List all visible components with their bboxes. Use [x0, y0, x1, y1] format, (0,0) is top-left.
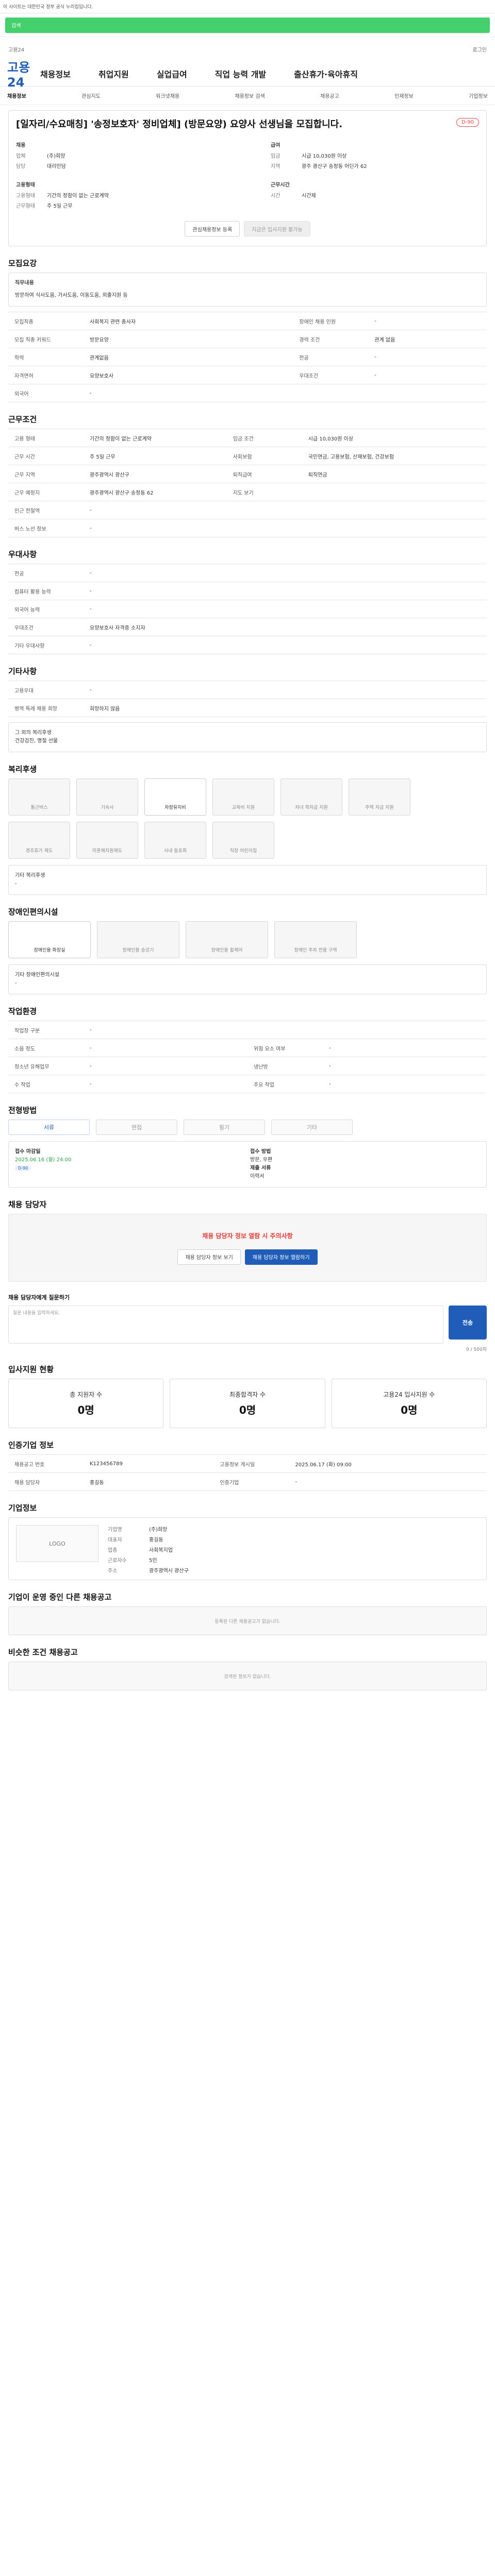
section-contact: 채용 담당자: [8, 1200, 47, 1210]
welfare-car-icon: 차량유지비: [144, 778, 206, 816]
nav-item-leave[interactable]: 출산휴가·육아휴직: [294, 67, 358, 80]
welfare-club-icon: 사내 동호회: [144, 822, 206, 859]
process-interview: 면접: [96, 1120, 177, 1136]
nav-item-unemployment[interactable]: 실업급여: [157, 67, 187, 80]
process-document: 서류: [8, 1120, 90, 1136]
section-other: 기타사항: [8, 667, 37, 676]
section-process: 전형방법: [8, 1106, 37, 1115]
employer-label: 채용: [16, 143, 26, 149]
dday-badge: D-90: [456, 118, 479, 127]
salary-label: 급여: [271, 143, 280, 149]
job-header: [일자리/수요매칭] '송정보호자' 정비업체] (방문요양) 요양사 선생님을…: [8, 110, 487, 247]
wheelchair-icon: 장애인용 휠체어: [186, 921, 268, 959]
open-contact-button[interactable]: 채용 담당자 정보 열람하기: [244, 1249, 318, 1265]
section-environment: 작업환경: [8, 1007, 37, 1016]
send-button[interactable]: 전송: [449, 1306, 487, 1340]
subnav-map[interactable]: 관심지도: [81, 92, 101, 99]
contact-warning: 채용 담당자 정보 열람 시 주의사항 채용 담당자 정보 보기 채용 담당자 정보…: [8, 1214, 487, 1282]
section-preferences: 우대사항: [8, 550, 37, 560]
question-title: 채용 담당자에게 질문하기: [8, 1294, 70, 1301]
subnav-talent[interactable]: 인재정보: [394, 92, 414, 99]
subnav-worknet[interactable]: 워크넷채용: [156, 92, 179, 99]
apply-button[interactable]: 지금은 입사지원 불가능: [244, 221, 310, 237]
welfare-dorm-icon: 기숙사: [76, 778, 138, 816]
section-conditions: 근무조건: [8, 415, 37, 425]
section-disabled: 장애인편의시설: [8, 907, 58, 917]
search-bar[interactable]: 검색: [5, 17, 490, 33]
favorite-button[interactable]: 관심채용정보 등록: [185, 221, 240, 237]
welfare-house-icon: 주택 자금 지원: [349, 778, 410, 816]
login-link[interactable]: 로그인: [472, 45, 487, 53]
parking-icon: 장애인 주차 전용 구역: [274, 921, 357, 959]
section-other-jobs: 비슷한 조건 채용공고: [8, 1648, 78, 1657]
subnav-postings[interactable]: 채용공고: [320, 92, 339, 99]
company-logo: LOGO: [16, 1525, 98, 1563]
welfare-tuition-icon: 자녀 학자금 지원: [280, 778, 342, 816]
welfare-daycare-icon: 직장 어린이집: [212, 822, 274, 859]
process-exam: 필기: [184, 1120, 265, 1136]
welfare-education-icon: 교육비 지원: [212, 778, 274, 816]
section-company: 기업정보: [8, 1503, 37, 1513]
section-recruitment: 모집요강: [8, 259, 37, 268]
nav-item-jobs[interactable]: 채용정보: [40, 67, 71, 80]
welfare-single-icon: 미혼해지원제도: [76, 822, 138, 859]
welfare-bus-icon: 통근버스: [8, 778, 70, 816]
subnav-jobs[interactable]: 채용정보: [7, 92, 26, 99]
subnav-company[interactable]: 기업정보: [469, 92, 488, 99]
accessible-toilet-icon: 장애인용 화장실: [8, 921, 91, 959]
breadcrumb: 고용24: [8, 47, 25, 53]
nav-item-training[interactable]: 직업 능력 개발: [215, 67, 266, 80]
question-input[interactable]: 질문 내용을 입력하세요.: [8, 1306, 443, 1344]
section-notice: 인증기업 정보: [8, 1440, 54, 1450]
welfare-leave-icon: 경조휴가 제도: [8, 822, 70, 859]
view-contact-button[interactable]: 채용 담당자 정보 보기: [177, 1249, 241, 1265]
process-other: 기타: [271, 1120, 353, 1136]
nav-item-support[interactable]: 취업지원: [98, 67, 129, 80]
government-notice: 이 사이트는 대한민국 정부 공식 누리집입니다.: [0, 0, 495, 13]
subnav-search[interactable]: 채용정보 검색: [235, 92, 265, 99]
accessible-elevator-icon: 장애인용 승강기: [97, 921, 179, 959]
section-welfare: 복리후생: [8, 765, 37, 774]
section-stats: 입사지원 현황: [8, 1365, 54, 1375]
section-related: 기업이 운영 중인 다른 채용공고: [8, 1592, 112, 1602]
logo[interactable]: 고용24: [7, 57, 40, 90]
job-title: [일자리/수요매칭] '송정보호자' 정비업체] (방문요양) 요양사 선생님을…: [16, 119, 343, 130]
